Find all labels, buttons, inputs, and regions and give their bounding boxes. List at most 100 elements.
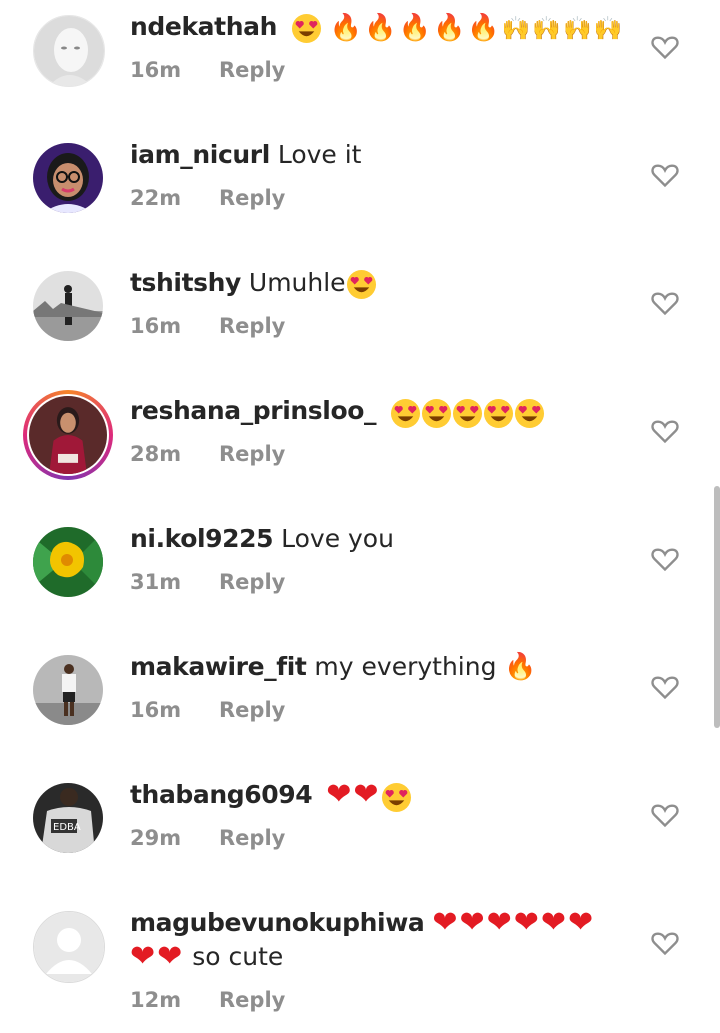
avatar[interactable]	[33, 911, 105, 983]
avatar[interactable]	[33, 527, 103, 597]
heart-eyes-emoji-icon	[346, 269, 376, 299]
red-heart-emoji-icon: ❤	[540, 905, 567, 940]
heart-outline-icon[interactable]	[651, 674, 679, 700]
red-heart-emoji-icon: ❤	[486, 905, 512, 940]
comment-text: tshitshy Umuhle	[130, 266, 640, 300]
comment-time: 16m	[130, 58, 182, 82]
comment-meta: 28m Reply	[130, 442, 285, 466]
comment-meta: 12m Reply	[130, 988, 285, 1012]
avatar-image: EDBA	[33, 783, 103, 853]
comment-username[interactable]: tshitshy	[130, 268, 241, 297]
fire-emoji-icon: 🔥	[398, 12, 431, 43]
heart-outline-icon[interactable]	[651, 418, 679, 444]
comment-username[interactable]: ni.kol9225	[130, 524, 274, 553]
emoji-group: 🔥🔥🔥🔥🔥🙌🙌🙌🙌	[291, 11, 624, 46]
heart-outline-icon[interactable]	[651, 290, 679, 316]
comment-body: Love it	[277, 140, 362, 169]
comment-text: reshana_prinsloo_	[130, 394, 640, 429]
reply-button[interactable]: Reply	[219, 186, 285, 210]
comment-text: makawire_fit my everything 🔥	[130, 650, 640, 684]
comment-body: my everything	[314, 652, 497, 681]
comment-time: 31m	[130, 570, 182, 594]
red-heart-emoji-icon: ❤	[157, 939, 183, 974]
fire-emoji-icon: 🔥	[364, 12, 397, 43]
heart-outline-icon[interactable]	[651, 802, 679, 828]
avatar-image	[33, 143, 103, 213]
comment-body: Umuhle	[248, 268, 346, 297]
comment-text: ndekathah 🔥🔥🔥🔥🔥🙌🙌🙌🙌	[130, 10, 640, 46]
raised-hands-emoji-icon: 🙌	[593, 15, 623, 42]
comment-username[interactable]: makawire_fit	[130, 652, 307, 681]
red-heart-emoji-icon: ❤	[353, 777, 379, 812]
avatar-image	[33, 271, 103, 341]
red-heart-emoji-icon: ❤	[130, 939, 156, 974]
red-heart-emoji-icon: ❤	[459, 905, 485, 940]
avatar[interactable]	[33, 655, 103, 725]
raised-hands-emoji-icon: 🙌	[563, 15, 592, 42]
comment-text: thabang6094 ❤❤	[130, 778, 640, 813]
comment-meta: 31m Reply	[130, 570, 285, 594]
comment-meta: 16m Reply	[130, 314, 285, 338]
reply-button[interactable]: Reply	[219, 58, 285, 82]
reply-button[interactable]: Reply	[219, 442, 285, 466]
heart-outline-icon[interactable]	[651, 34, 679, 60]
reply-button[interactable]: Reply	[219, 314, 285, 338]
heart-eyes-emoji-icon	[422, 398, 452, 428]
heart-eyes-emoji-icon	[391, 398, 421, 428]
comment-username[interactable]: thabang6094	[130, 780, 313, 809]
comment-meta: 16m Reply	[130, 698, 285, 722]
avatar-image	[29, 396, 107, 474]
heart-outline-icon[interactable]	[651, 930, 679, 956]
avatar[interactable]	[33, 143, 103, 213]
comment-meta: 22m Reply	[130, 186, 285, 210]
comment-meta: 16m Reply	[130, 58, 285, 82]
comment-text: iam_nicurl Love it	[130, 138, 640, 172]
comment-username[interactable]: reshana_prinsloo_	[130, 396, 376, 425]
avatar[interactable]: EDBA	[33, 783, 103, 853]
default-avatar-icon	[34, 912, 104, 982]
avatar[interactable]	[33, 271, 103, 341]
red-heart-emoji-icon: ❤	[513, 905, 539, 940]
reply-button[interactable]: Reply	[219, 570, 285, 594]
comment-username[interactable]: ndekathah	[130, 12, 277, 41]
comment-body: so cute	[192, 942, 284, 971]
fire-emoji-icon: 🔥	[467, 12, 500, 43]
avatar	[29, 396, 107, 474]
comment-time: 29m	[130, 826, 182, 850]
comment-time: 28m	[130, 442, 182, 466]
comment-time: 16m	[130, 698, 182, 722]
red-heart-emoji-icon: ❤	[432, 905, 458, 940]
comment-time: 22m	[130, 186, 182, 210]
avatar-image	[34, 16, 104, 86]
reply-button[interactable]: Reply	[219, 826, 285, 850]
red-heart-emoji-icon: ❤	[326, 777, 352, 812]
emoji-group: ❤❤❤❤❤❤	[432, 907, 595, 941]
heart-outline-icon[interactable]	[651, 162, 679, 188]
emoji-group	[390, 395, 545, 429]
reply-button[interactable]: Reply	[219, 698, 285, 722]
heart-eyes-emoji-icon	[291, 13, 321, 44]
fire-emoji-icon: 🔥	[504, 652, 537, 682]
avatar[interactable]	[33, 15, 105, 87]
scrollbar[interactable]	[714, 486, 720, 728]
story-ring[interactable]	[23, 390, 113, 480]
comment-text-continued: ❤❤ so cute	[130, 940, 640, 975]
emoji-group: ❤❤	[130, 941, 184, 975]
heart-eyes-emoji-icon	[381, 782, 411, 812]
heart-eyes-emoji-icon	[515, 398, 545, 428]
reply-button[interactable]: Reply	[219, 988, 285, 1012]
fire-emoji-icon: 🔥	[329, 12, 363, 43]
comment-username[interactable]: magubevunokuphiwa	[130, 908, 425, 937]
comment-time: 16m	[130, 314, 182, 338]
red-heart-emoji-icon: ❤	[568, 905, 594, 940]
comment-text: magubevunokuphiwa ❤❤❤❤❤❤	[130, 906, 640, 941]
comment-text: ni.kol9225 Love you	[130, 522, 640, 556]
comment-body: Love you	[281, 524, 394, 553]
avatar-image	[33, 655, 103, 725]
svg-text:EDBA: EDBA	[53, 822, 81, 833]
emoji-group: ❤❤	[326, 779, 411, 813]
heart-outline-icon[interactable]	[651, 546, 679, 572]
comment-username[interactable]: iam_nicurl	[130, 140, 270, 169]
heart-eyes-emoji-icon	[484, 398, 514, 428]
avatar-image	[33, 527, 103, 597]
